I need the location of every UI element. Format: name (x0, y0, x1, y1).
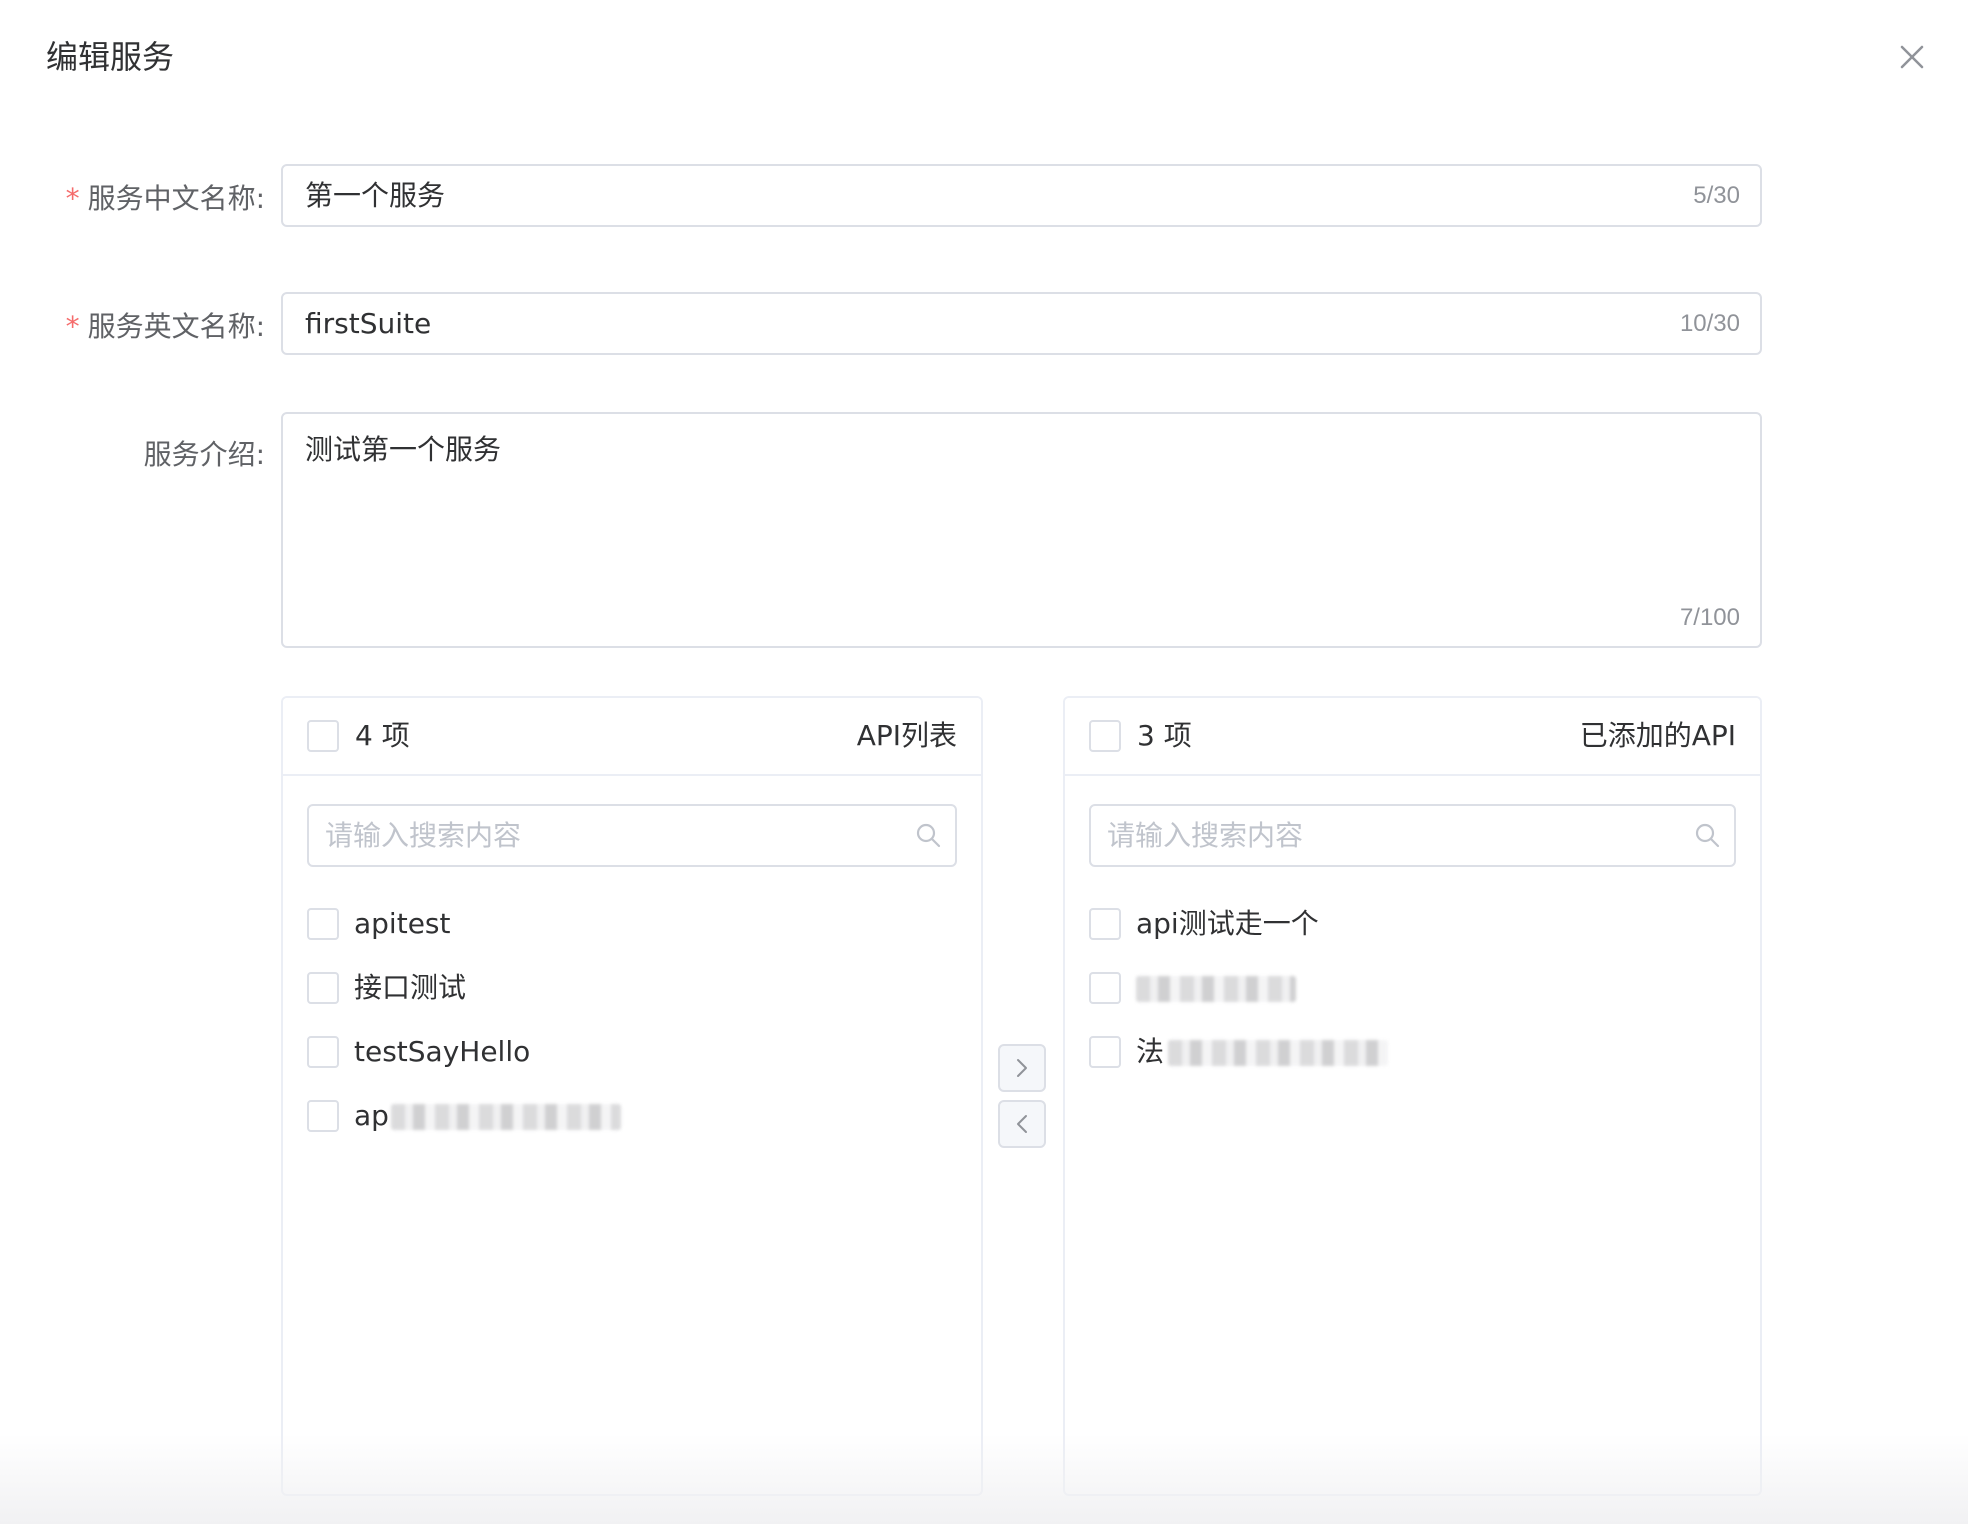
close-icon (1900, 45, 1924, 69)
search-icon (1695, 823, 1720, 848)
en-name-char-count: 10/30 (1679, 310, 1740, 337)
item-label: testSayHello (354, 1035, 531, 1068)
description-char-count: 7/100 (1679, 604, 1740, 631)
redacted-blur (1136, 976, 1296, 1002)
move-right-button[interactable] (998, 1044, 1046, 1092)
item-checkbox[interactable] (307, 1036, 339, 1068)
item-label: api测试走一个 (1136, 907, 1319, 940)
description-label: 服务介绍: (143, 438, 265, 471)
transfer-panel-target: 3 项 已添加的API 请输入搜索内容 api测试走一个 法 (1063, 696, 1762, 1496)
item-label-redacted (1136, 968, 1296, 1008)
search-input[interactable]: 请输入搜索内容 (1089, 804, 1736, 867)
select-all-checkbox[interactable] (307, 720, 339, 752)
search-placeholder: 请输入搜索内容 (1107, 819, 1304, 852)
close-button[interactable] (1893, 38, 1931, 76)
item-label: 接口测试 (354, 971, 467, 1004)
required-mark: * (65, 310, 80, 343)
panel-header: 3 项 已添加的API (1065, 698, 1760, 776)
item-checkbox[interactable] (307, 908, 339, 940)
select-all-checkbox[interactable] (1089, 720, 1121, 752)
chevron-right-icon (1017, 1059, 1027, 1077)
search-input[interactable]: 请输入搜索内容 (307, 804, 957, 867)
panel-title: API列表 (856, 719, 957, 752)
en-name-input[interactable]: firstSuite 10/30 (281, 292, 1762, 355)
item-checkbox[interactable] (1089, 908, 1121, 940)
cn-name-value: 第一个服务 (305, 179, 446, 212)
item-checkbox[interactable] (307, 972, 339, 1004)
en-name-value: firstSuite (305, 307, 432, 340)
cn-name-label: * 服务中文名称: (55, 177, 265, 217)
item-checkbox[interactable] (1089, 1036, 1121, 1068)
list-item[interactable] (1089, 968, 1729, 1008)
search-placeholder: 请输入搜索内容 (325, 819, 522, 852)
cn-name-label-text: 服务中文名称: (87, 182, 265, 215)
list-item[interactable]: 法 (1089, 1032, 1729, 1072)
panel-header: 4 项 API列表 (283, 698, 981, 776)
description-value: 测试第一个服务 (305, 433, 502, 466)
list-item[interactable]: api测试走一个 (1089, 904, 1729, 944)
item-count: 3 项 (1137, 719, 1192, 752)
item-label: apitest (354, 907, 451, 940)
list-item[interactable]: 接口测试 (307, 968, 947, 1008)
item-label-redacted: 法 (1136, 1032, 1389, 1072)
list-item[interactable]: ap (307, 1096, 947, 1136)
item-label-text: 法 (1136, 1035, 1165, 1068)
search-icon (916, 823, 941, 848)
chevron-left-icon (1017, 1115, 1027, 1133)
redacted-blur (390, 1104, 621, 1130)
en-name-label-text: 服务英文名称: (87, 310, 265, 343)
transfer-panel-source: 4 项 API列表 请输入搜索内容 apitest 接口测试 testSayHe… (281, 696, 983, 1496)
item-label-redacted: ap (354, 1096, 621, 1136)
cn-name-char-count: 5/30 (1693, 182, 1740, 209)
list-item[interactable]: apitest (307, 904, 947, 944)
description-textarea[interactable]: 测试第一个服务 7/100 (281, 412, 1762, 648)
dialog-title: 编辑服务 (46, 38, 175, 76)
redacted-blur (1168, 1040, 1389, 1066)
panel-title: 已添加的API (1579, 719, 1736, 752)
move-left-button[interactable] (998, 1100, 1046, 1148)
item-count: 4 项 (355, 719, 410, 752)
item-checkbox[interactable] (307, 1100, 339, 1132)
edit-service-dialog: 编辑服务 * 服务中文名称: 第一个服务 5/30 * 服务英文名称: firstS… (0, 0, 1968, 1524)
item-label-text: ap (354, 1099, 389, 1132)
required-mark: * (65, 182, 80, 215)
cn-name-input[interactable]: 第一个服务 5/30 (281, 164, 1762, 227)
en-name-label: * 服务英文名称: (55, 305, 265, 345)
item-checkbox[interactable] (1089, 972, 1121, 1004)
list-item[interactable]: testSayHello (307, 1032, 947, 1072)
